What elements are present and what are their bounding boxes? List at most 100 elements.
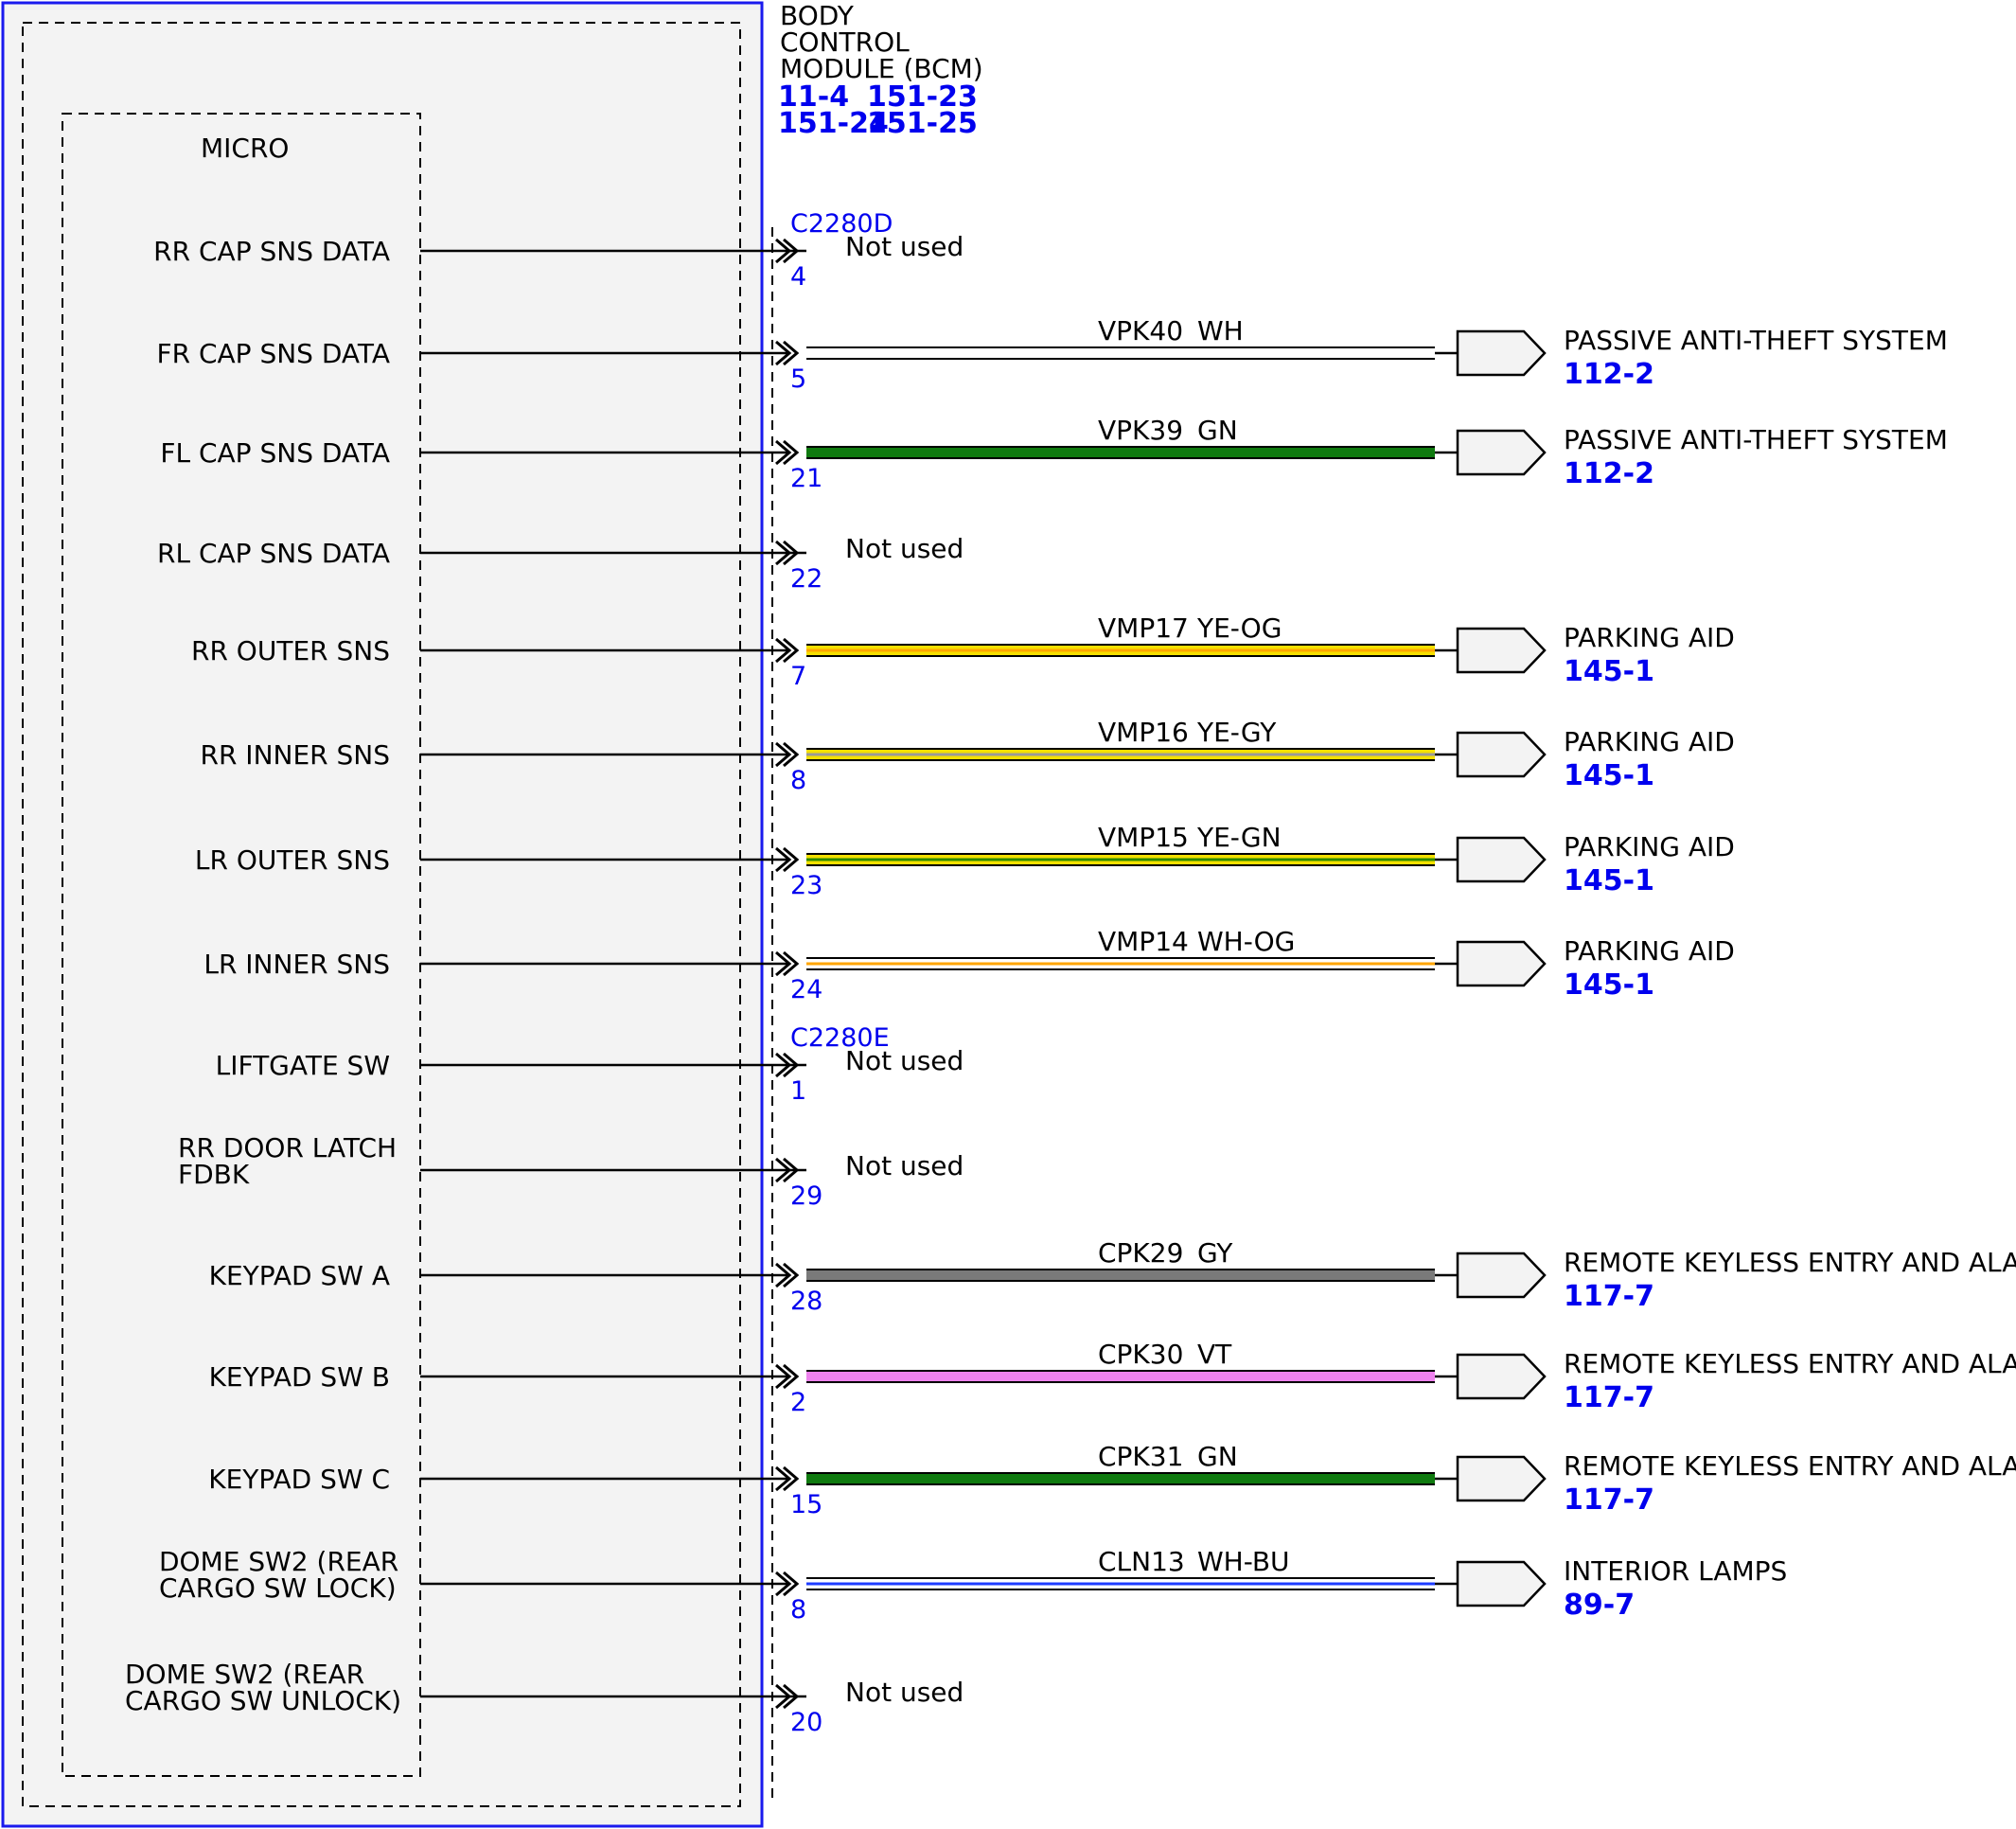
destination-label: REMOTE KEYLESS ENTRY AND ALARM: [1564, 1450, 2016, 1482]
destination-ref-link[interactable]: 145-1: [1564, 968, 1654, 1002]
destination-arrow-icon: [1456, 1252, 1547, 1299]
destination-ref-link[interactable]: 145-1: [1564, 759, 1654, 792]
wire[interactable]: [806, 1370, 1435, 1383]
wire-color-label: YE-GN: [1196, 822, 1282, 853]
wire-circuit-label: CLN13: [1098, 1546, 1185, 1577]
pin-number: 8: [790, 766, 806, 795]
destination-arrow-icon: [1456, 836, 1547, 883]
wire-circuit-label: VMP15: [1098, 822, 1189, 853]
destination-label: PARKING AID: [1564, 622, 1735, 653]
wire[interactable]: [806, 1269, 1435, 1282]
signal-label: LIFTGATE SW: [216, 1050, 390, 1081]
wire-circuit-label: CPK29: [1098, 1237, 1183, 1269]
wire-fill: [806, 448, 1435, 457]
pin-number: 29: [790, 1181, 822, 1211]
destination-arrow-icon: [1456, 940, 1547, 987]
signal-label: FL CAP SNS DATA: [160, 437, 390, 469]
pin-number: 22: [790, 564, 822, 594]
pin-number: 15: [790, 1490, 822, 1519]
signal-label: KEYPAD SW A: [209, 1260, 390, 1291]
wire-stripe: [806, 753, 1435, 756]
destination-label: PASSIVE ANTI-THEFT SYSTEM: [1564, 325, 1948, 356]
destination-arrow-icon: [1456, 1353, 1547, 1400]
signal-label: LR OUTER SNS: [195, 844, 390, 876]
wire-circuit-label: VMP17: [1098, 613, 1189, 644]
destination-ref-link[interactable]: 89-7: [1564, 1589, 1635, 1622]
wire-stripe: [806, 1582, 1435, 1586]
pin-number: 21: [790, 464, 822, 493]
not-used-label: Not used: [845, 1677, 964, 1708]
wire-stripe: [806, 858, 1435, 861]
destination-arrow-icon: [1456, 1560, 1547, 1607]
signal-label: LR INNER SNS: [203, 949, 390, 980]
wire-circuit-label: VPK40: [1098, 315, 1183, 346]
wire-circuit-label: VPK39: [1098, 415, 1183, 446]
wire-circuit-label: CPK30: [1098, 1339, 1183, 1370]
destination-label: PASSIVE ANTI-THEFT SYSTEM: [1564, 424, 1948, 455]
destination-ref-link[interactable]: 117-7: [1564, 1381, 1654, 1414]
pin-number: 20: [790, 1708, 822, 1737]
signal-label: KEYPAD SW C: [208, 1464, 390, 1495]
wire[interactable]: [806, 1577, 1435, 1590]
not-used-label: Not used: [845, 533, 964, 564]
pin-number: 24: [790, 975, 822, 1004]
signal-label: RR CAP SNS DATA: [153, 236, 390, 267]
wire[interactable]: [806, 853, 1435, 866]
wire-color-label: VT: [1197, 1339, 1232, 1370]
wire-color-label: WH-BU: [1197, 1546, 1290, 1577]
signal-label: FR CAP SNS DATA: [157, 338, 390, 369]
pin-number: 2: [790, 1388, 806, 1417]
wire[interactable]: [806, 446, 1435, 459]
signal-label: FDBK: [178, 1159, 250, 1190]
wiring-diagram: BODY CONTROL MODULE (BCM) 11-4 151-23 15…: [1, 0, 2016, 1828]
signal-label: KEYPAD SW B: [209, 1361, 390, 1393]
wire[interactable]: [806, 748, 1435, 761]
destination-label: REMOTE KEYLESS ENTRY AND ALARM: [1564, 1348, 2016, 1379]
wire-fill: [806, 1270, 1435, 1280]
wire-color-label: YE-OG: [1196, 613, 1282, 644]
destination-arrow-icon: [1456, 731, 1547, 778]
destination-label: INTERIOR LAMPS: [1564, 1555, 1787, 1587]
destination-label: PARKING AID: [1564, 726, 1735, 757]
destination-ref-link[interactable]: 117-7: [1564, 1280, 1654, 1313]
pin-number: 4: [790, 262, 806, 292]
signal-label: CARGO SW UNLOCK): [125, 1685, 401, 1716]
pin-number: 23: [790, 871, 822, 900]
wire-fill: [806, 348, 1435, 358]
signal-label: CARGO SW LOCK): [159, 1572, 397, 1604]
pin-number: 28: [790, 1287, 822, 1316]
wire-fill: [806, 1372, 1435, 1381]
module-refs[interactable]: 11-4 151-23 151-24 151-25: [778, 80, 978, 140]
wire-color-label: GN: [1197, 415, 1238, 446]
destination-ref-link[interactable]: 112-2: [1564, 457, 1654, 490]
module-ref-link[interactable]: 151-25: [867, 107, 978, 140]
pin-number: 1: [790, 1076, 806, 1106]
wire[interactable]: [806, 346, 1435, 360]
pin-number: 8: [790, 1595, 806, 1625]
wire-circuit-label: VMP14: [1098, 926, 1189, 957]
destination-ref-link[interactable]: 145-1: [1564, 655, 1654, 688]
not-used-label: Not used: [845, 231, 964, 262]
signal-label: RR OUTER SNS: [191, 635, 390, 666]
micro-label: MICRO: [201, 133, 289, 164]
wire-color-label: GY: [1197, 1237, 1233, 1269]
destination-ref-link[interactable]: 112-2: [1564, 358, 1654, 391]
module-title: BODY CONTROL MODULE (BCM): [780, 0, 983, 84]
destination-arrow-icon: [1456, 429, 1547, 476]
pin-number: 7: [790, 662, 806, 691]
wire-color-label: YE-GY: [1196, 717, 1277, 748]
destination-label: REMOTE KEYLESS ENTRY AND ALARM: [1564, 1247, 2016, 1278]
wire-stripe: [806, 962, 1435, 966]
wire[interactable]: [806, 957, 1435, 970]
destination-ref-link[interactable]: 117-7: [1564, 1483, 1654, 1517]
destination-arrow-icon: [1456, 1455, 1547, 1502]
not-used-label: Not used: [845, 1045, 964, 1076]
wire[interactable]: [806, 1472, 1435, 1485]
destination-label: PARKING AID: [1564, 935, 1735, 967]
signal-label: RL CAP SNS DATA: [157, 538, 390, 569]
wire-fill: [806, 1474, 1435, 1483]
wire[interactable]: [806, 644, 1435, 657]
destination-arrow-icon: [1456, 329, 1547, 377]
wire-color-label: GN: [1197, 1441, 1238, 1472]
destination-ref-link[interactable]: 145-1: [1564, 864, 1654, 897]
